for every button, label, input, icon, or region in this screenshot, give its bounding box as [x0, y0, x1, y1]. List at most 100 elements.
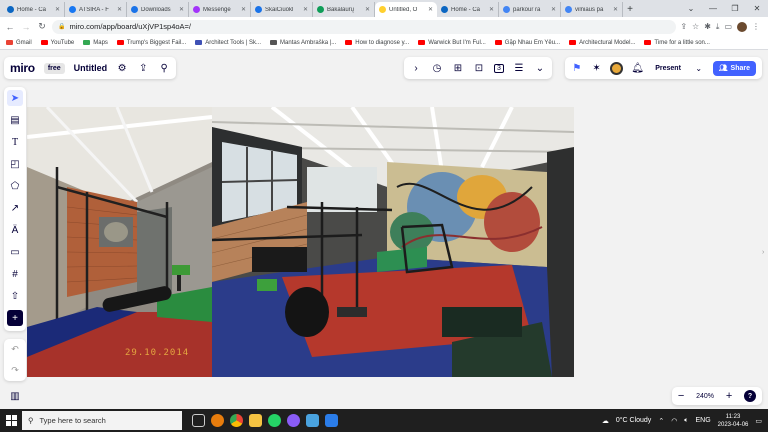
photos-icon[interactable]	[306, 414, 319, 427]
taskbar-search[interactable]: ⚲ Type here to search	[22, 411, 182, 430]
messenger-icon[interactable]	[287, 414, 300, 427]
tab-close-icon[interactable]: ✕	[241, 6, 246, 13]
forward-button[interactable]: →	[20, 21, 32, 33]
celebrate-icon[interactable]: ✶	[591, 63, 603, 74]
tab-close-icon[interactable]: ✕	[55, 6, 60, 13]
file-explorer-icon[interactable]	[249, 414, 262, 427]
miro-logo[interactable]: miro	[10, 61, 35, 75]
tab-close-icon[interactable]: ✕	[303, 6, 308, 13]
browser-tab[interactable]: SkaiČiuokl ✕	[251, 2, 313, 17]
tab-close-icon[interactable]: ✕	[179, 6, 184, 13]
pen-icon[interactable]: Ä	[7, 222, 23, 238]
whatsapp-icon[interactable]	[268, 414, 281, 427]
bookmark-item[interactable]: Trump's Biggest Fail...	[116, 40, 186, 46]
tab-close-icon[interactable]: ✕	[613, 6, 618, 13]
extensions-icon[interactable]: ✱	[704, 22, 711, 31]
text-tool-icon[interactable]: T	[7, 134, 23, 150]
notifications-icon[interactable]: ▭	[755, 417, 762, 425]
browser-tab[interactable]: parkour ra ✕	[499, 2, 561, 17]
new-tab-button[interactable]: +	[623, 2, 637, 17]
templates-icon[interactable]: ▤	[7, 112, 23, 128]
settings-gear-icon[interactable]: ⚙	[116, 63, 128, 74]
browser-tab[interactable]: Bakalaurų ✕	[313, 2, 375, 17]
browser-tab[interactable]: Home - Ca ✕	[3, 2, 65, 17]
connection-line-icon[interactable]: ↗	[7, 200, 23, 216]
search-icon[interactable]: ⚲	[158, 63, 170, 74]
language-indicator[interactable]: ENG	[696, 417, 711, 424]
weather-text[interactable]: 0°C Cloudy	[616, 417, 651, 424]
zoom-level[interactable]: 240%	[696, 393, 714, 400]
browser-tab[interactable]: Messenge ✕	[189, 2, 251, 17]
clock[interactable]: 11:23 2023-04-06	[718, 413, 749, 429]
tab-close-icon[interactable]: ✕	[428, 6, 433, 13]
bookmark-item[interactable]: Mantas Ambraška |...	[270, 40, 336, 46]
bookmark-item[interactable]: Time for a little son...	[644, 40, 710, 46]
more-tools-chevron-icon[interactable]: ⌄	[534, 63, 546, 74]
network-icon[interactable]: ◠	[671, 417, 677, 425]
reload-button[interactable]: ↻	[36, 21, 48, 33]
blender-icon[interactable]	[211, 414, 224, 427]
back-button[interactable]: ←	[4, 21, 16, 33]
tab-close-icon[interactable]: ✕	[489, 6, 494, 13]
bookmark-star-icon[interactable]: ☆	[692, 22, 699, 31]
browser-tab[interactable]: vilniaus pa ✕	[561, 2, 623, 17]
share-button[interactable]: 👥︎ Share	[712, 60, 756, 76]
plan-badge[interactable]: free	[43, 62, 65, 74]
share-page-icon[interactable]: ⇪	[680, 22, 687, 31]
expand-chevron-icon[interactable]: ›	[410, 63, 422, 74]
browser-menu-icon[interactable]: ⋮	[752, 22, 760, 31]
export-upload-icon[interactable]: ⇪	[137, 63, 149, 74]
tab-close-icon[interactable]: ✕	[365, 6, 370, 13]
user-avatar[interactable]	[610, 61, 624, 75]
present-options-chevron-icon[interactable]: ⌄	[693, 64, 705, 73]
board-count-icon[interactable]: 3	[494, 63, 504, 73]
upload-icon[interactable]: ⇧	[7, 288, 23, 304]
present-button[interactable]: Present	[651, 65, 685, 72]
bookmark-item[interactable]: Gmail	[6, 40, 32, 46]
shapes-icon[interactable]: ⬠	[7, 178, 23, 194]
sticky-note-icon[interactable]: ◰	[7, 156, 23, 172]
profile-avatar[interactable]	[737, 21, 747, 32]
url-field[interactable]: 🔒 miro.com/app/board/uXjVP1sp4oA=/	[52, 19, 677, 34]
tab-close-icon[interactable]: ✕	[117, 6, 122, 13]
bookmark-item[interactable]: How to diagnose y...	[345, 40, 409, 46]
miro-board[interactable]: 29.10.2014 miro free Untitled ⚙ ⇪ ⚲ › ◷ …	[0, 50, 768, 409]
side-panel-icon[interactable]: ▭	[724, 22, 732, 31]
notes-icon[interactable]: ☰	[513, 63, 525, 74]
bookmark-item[interactable]: Architect Tools | Sk...	[195, 40, 261, 46]
download-icon[interactable]: ⤓	[716, 22, 720, 32]
comment-icon[interactable]: ▭	[7, 244, 23, 260]
undo-icon[interactable]: ↶	[11, 344, 19, 355]
app-icon[interactable]	[325, 414, 338, 427]
bookmark-item[interactable]: Architectural Model...	[569, 40, 635, 46]
cursor-reactions-icon[interactable]: ⚑	[571, 63, 583, 74]
board-panel-toggle-icon[interactable]: ▥	[4, 386, 26, 406]
maximize-button[interactable]: ❐	[724, 0, 746, 17]
voting-icon[interactable]: ⊞	[452, 63, 464, 74]
browser-tab[interactable]: Untitled, O ✕	[375, 2, 437, 17]
bookmark-item[interactable]: YouTube	[40, 40, 74, 46]
right-panel-chevron-icon[interactable]: ›	[762, 249, 764, 256]
chrome-icon[interactable]	[230, 414, 243, 427]
volume-icon[interactable]: 🔈︎	[684, 417, 688, 425]
tab-close-icon[interactable]: ✕	[551, 6, 556, 13]
timer-icon[interactable]: ◷	[431, 63, 443, 74]
select-cursor-icon[interactable]: ➤	[7, 90, 23, 106]
frame-icon[interactable]: #	[7, 266, 23, 282]
notifications-bell-icon[interactable]: 🔔︎	[631, 63, 644, 74]
task-view-icon[interactable]	[192, 414, 205, 427]
board-title[interactable]: Untitled	[74, 63, 108, 73]
tab-search-icon[interactable]: ⌄	[680, 0, 702, 17]
bookmark-item[interactable]: Gặp Nhau Em Yêu...	[494, 40, 560, 46]
bookmark-item[interactable]: Warwick But I'm Ful...	[418, 40, 486, 46]
bookmark-item[interactable]: Maps	[83, 40, 108, 46]
browser-tab[interactable]: Home - Ca ✕	[437, 2, 499, 17]
tray-chevron-icon[interactable]: ⌃	[658, 417, 664, 425]
more-apps-icon[interactable]: +	[7, 310, 23, 326]
zoom-in-button[interactable]: +	[726, 390, 732, 402]
gym-photo-right[interactable]	[212, 107, 574, 377]
gym-photo-left[interactable]: 29.10.2014	[27, 107, 212, 377]
help-button[interactable]: ?	[744, 390, 757, 402]
start-button[interactable]	[0, 409, 22, 432]
minimize-button[interactable]: —	[702, 0, 724, 17]
